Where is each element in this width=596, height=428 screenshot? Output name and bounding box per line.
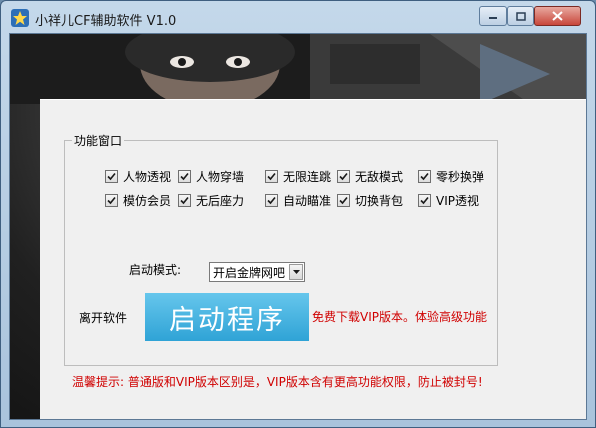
star-icon [11, 9, 29, 27]
checkbox-box[interactable] [337, 194, 350, 207]
checkbox-feature-5[interactable]: 模仿会员 [105, 192, 171, 209]
checkmark-icon [107, 196, 116, 205]
checkbox-label: 人物透视 [123, 170, 172, 184]
checkbox-box[interactable] [105, 194, 118, 207]
checkbox-feature-9[interactable]: VIP透视 [418, 192, 479, 209]
checkbox-feature-8[interactable]: 切换背包 [337, 192, 403, 209]
start-program-button[interactable]: 启动程序 [145, 293, 309, 341]
window-title: 小祥儿CF辅助软件 V1.0 [35, 14, 177, 29]
checkbox-box[interactable] [265, 194, 278, 207]
title-bar[interactable]: 小祥儿CF辅助软件 V1.0 [1, 1, 595, 33]
checkmark-icon [107, 172, 116, 181]
features-groupbox: 功能窗口 人物透视 人物穿墙 无限连跳 无敌模式 零秒换弹 模仿会员 无后座力 … [64, 132, 498, 366]
banner-image [10, 34, 586, 104]
checkmark-icon [420, 172, 429, 181]
features-legend: 功能窗口 [72, 132, 125, 149]
maximize-button[interactable] [507, 6, 534, 26]
close-icon [552, 11, 563, 21]
checkbox-feature-3[interactable]: 无敌模式 [337, 168, 403, 185]
checkmark-icon [339, 172, 348, 181]
main-panel: 功能窗口 人物透视 人物穿墙 无限连跳 无敌模式 零秒换弹 模仿会员 无后座力 … [40, 99, 586, 419]
minimize-button[interactable] [479, 6, 507, 26]
dropdown-arrow-button[interactable] [289, 264, 303, 280]
launch-mode-value: 开启金牌网吧 [213, 265, 286, 280]
checkbox-label: VIP透视 [436, 194, 479, 208]
checkbox-feature-2[interactable]: 无限连跳 [265, 168, 331, 185]
vip-download-link[interactable]: 免费下载VIP版本。体验高级功能 [312, 308, 487, 325]
checkbox-feature-6[interactable]: 无后座力 [178, 192, 244, 209]
checkbox-feature-0[interactable]: 人物透视 [105, 168, 171, 185]
checkmark-icon [420, 196, 429, 205]
maximize-icon [515, 11, 526, 21]
client-area: 功能窗口 人物透视 人物穿墙 无限连跳 无敌模式 零秒换弹 模仿会员 无后座力 … [9, 33, 587, 420]
checkbox-box[interactable] [105, 170, 118, 183]
checkmark-icon [267, 172, 276, 181]
checkbox-feature-4[interactable]: 零秒换弹 [418, 168, 484, 185]
checkbox-label: 无后座力 [196, 194, 245, 208]
checkbox-box[interactable] [337, 170, 350, 183]
checkbox-feature-1[interactable]: 人物穿墙 [178, 168, 244, 185]
checkbox-label: 无敌模式 [355, 170, 404, 184]
checkbox-feature-7[interactable]: 自动瞄准 [265, 192, 331, 209]
close-button[interactable] [534, 6, 581, 26]
checkbox-label: 模仿会员 [123, 194, 172, 208]
checkbox-label: 切换背包 [355, 194, 404, 208]
checkbox-box[interactable] [418, 194, 431, 207]
warning-tip: 温馨提示: 普通版和VIP版本区别是，VIP版本含有更高功能权限，防止被封号! [72, 375, 483, 389]
checkbox-box[interactable] [265, 170, 278, 183]
launch-mode-label: 启动模式: [129, 263, 182, 277]
checkbox-box[interactable] [178, 194, 191, 207]
checkbox-box[interactable] [178, 170, 191, 183]
minimize-icon [489, 17, 497, 19]
checkmark-icon [180, 172, 189, 181]
checkbox-label: 自动瞄准 [283, 194, 332, 208]
checkbox-label: 无限连跳 [283, 170, 332, 184]
app-window: 小祥儿CF辅助软件 V1.0 功能窗口 人物透视 人物穿墙 无限连跳 无敌模式 … [0, 0, 596, 428]
checkmark-icon [180, 196, 189, 205]
checkbox-label: 零秒换弹 [436, 170, 485, 184]
launch-mode-select[interactable]: 开启金牌网吧 [209, 262, 305, 282]
checkmark-icon [339, 196, 348, 205]
checkmark-icon [267, 196, 276, 205]
leave-software-link[interactable]: 离开软件 [79, 309, 127, 326]
checkbox-label: 人物穿墙 [196, 170, 245, 184]
checkbox-box[interactable] [418, 170, 431, 183]
chevron-down-icon [292, 270, 300, 274]
